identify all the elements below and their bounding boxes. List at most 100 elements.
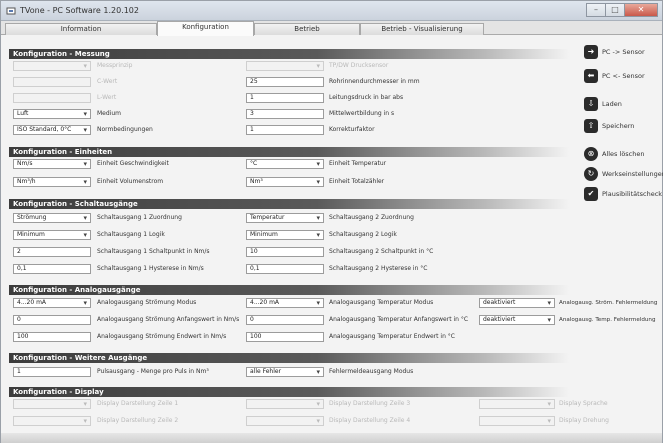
check-icon: ✔ — [584, 187, 598, 201]
sensor-to-pc-label: PC <- Sensor — [602, 72, 645, 80]
l-wert-field[interactable] — [13, 93, 91, 103]
minimize-button[interactable]: – — [586, 3, 606, 17]
tp-sensor-label: TP/DW Drucksensor — [329, 62, 389, 69]
a2-zuordnung-select[interactable]: Temperatur — [246, 213, 324, 223]
tab-information[interactable]: Information — [5, 23, 157, 35]
a1-schaltpunkt-label: Schaltausgang 1 Schaltpunkt in Nm/s — [97, 248, 210, 255]
alles-loeschen-button[interactable]: ⊗ Alles löschen — [584, 147, 645, 161]
a1-hysterese-field[interactable]: 0,1 — [13, 264, 91, 274]
str-modus-select[interactable]: 4...20 mA — [13, 298, 91, 308]
mittelwert-field[interactable]: 3 — [246, 109, 324, 119]
a2-schaltpunkt-field[interactable]: 10 — [246, 247, 324, 257]
app-icon — [6, 7, 16, 15]
a1-zuordnung-select[interactable]: Strömung — [13, 213, 91, 223]
section-display: Konfiguration - Display — [9, 387, 569, 397]
temp-fehler-select[interactable]: deaktiviert — [479, 315, 555, 325]
display-zeile4-select[interactable] — [246, 416, 324, 426]
einheit-temp-label: Einheit Temperatur — [329, 160, 387, 167]
section-weitere: Konfiguration - Weitere Ausgänge — [9, 353, 569, 363]
close-icon: ✕ — [637, 5, 645, 14]
normbedingungen-label: Normbedingungen — [97, 126, 153, 133]
display-drehung-label: Display Drehung — [559, 417, 609, 424]
speichern-label: Speichern — [602, 122, 635, 130]
leitungsdruck-field[interactable]: 1 — [246, 93, 324, 103]
temp-end-field[interactable]: 100 — [246, 332, 324, 342]
einheit-temp-select[interactable]: °C — [246, 159, 324, 169]
messprinzip-label: Messprinzip — [97, 62, 133, 69]
puls-field[interactable]: 1 — [13, 367, 91, 377]
section-messung: Konfiguration - Messung — [9, 49, 569, 59]
laden-label: Laden — [602, 100, 622, 108]
rohrinnen-label: Rohrinnendurchmesser in mm — [329, 78, 420, 85]
window-title: TVone - PC Software 1.20.102 — [20, 6, 139, 15]
a1-logik-select[interactable]: Minimum — [13, 230, 91, 240]
plausibilitaetscheck-label: Plausibilitätscheck — [602, 190, 663, 198]
arrow-left-icon: ⬅ — [584, 69, 598, 83]
tab-konfiguration[interactable]: Konfiguration — [157, 21, 254, 36]
display-drehung-select[interactable] — [479, 416, 555, 426]
load-icon: ⇩ — [584, 97, 598, 111]
str-end-label: Analogausgang Strömung Endwert in Nm/s — [97, 333, 227, 340]
tab-betrieb-visualisierung[interactable]: Betrieb - Visualisierung — [360, 23, 484, 35]
display-zeile1-select[interactable] — [13, 399, 91, 409]
tp-sensor-select[interactable] — [246, 61, 324, 71]
a1-schaltpunkt-field[interactable]: 2 — [13, 247, 91, 257]
str-anfang-label: Analogausgang Strömung Anfangswert in Nm… — [97, 316, 240, 323]
messprinzip-select[interactable] — [13, 61, 91, 71]
temp-modus-select[interactable]: 4...20 mA — [246, 298, 324, 308]
section-einheiten: Konfiguration - Einheiten — [9, 147, 569, 157]
temp-end-label: Analogausgang Temperatur Endwert in °C — [329, 333, 455, 340]
reset-icon: ↻ — [584, 167, 598, 181]
str-fehler-label: Analogausg. Ström. Fehlermeldung — [559, 300, 658, 306]
display-zeile4-label: Display Darstellung Zeile 4 — [329, 417, 411, 424]
window-bottom-edge — [1, 433, 662, 443]
korrektur-field[interactable]: 1 — [246, 125, 324, 135]
str-modus-label: Analogausgang Strömung Modus — [97, 299, 197, 306]
app-window: TVone - PC Software 1.20.102 – □ ✕ Infor… — [0, 0, 663, 443]
medium-select[interactable]: Luft — [13, 109, 91, 119]
werkseinstellungen-label: Werkseinstellungen — [602, 170, 663, 178]
c-wert-field[interactable] — [13, 77, 91, 87]
pc-to-sensor-button[interactable]: ➜ PC -> Sensor — [584, 45, 645, 59]
werkseinstellungen-button[interactable]: ↻ Werkseinstellungen — [584, 167, 663, 181]
temp-anfang-label: Analogausgang Temperatur Anfangswert in … — [329, 316, 469, 323]
a2-schaltpunkt-label: Schaltausgang 2 Schaltpunkt in °C — [329, 248, 434, 255]
korrektur-label: Korrekturfaktor — [329, 126, 375, 133]
temp-anfang-field[interactable]: 0 — [246, 315, 324, 325]
a2-hysterese-field[interactable]: 0,1 — [246, 264, 324, 274]
str-fehler-select[interactable]: deaktiviert — [479, 298, 555, 308]
sensor-to-pc-button[interactable]: ⬅ PC <- Sensor — [584, 69, 645, 83]
minimize-icon: – — [594, 5, 598, 14]
tab-betrieb[interactable]: Betrieb — [254, 23, 360, 35]
einheit-volumen-select[interactable]: Nm³/h — [13, 177, 91, 187]
fehlermeldeausgang-label: Fehlermeldeausgang Modus — [329, 368, 414, 375]
rohrinnen-field[interactable]: 25 — [246, 77, 324, 87]
section-schalt: Konfiguration - Schaltausgänge — [9, 199, 569, 209]
str-end-field[interactable]: 100 — [13, 332, 91, 342]
display-zeile3-label: Display Darstellung Zeile 3 — [329, 400, 411, 407]
einheit-geschw-select[interactable]: Nm/s — [13, 159, 91, 169]
einheit-geschw-label: Einheit Geschwindigkeit — [97, 160, 169, 167]
a1-hysterese-label: Schaltausgang 1 Hysterese in Nm/s — [97, 265, 204, 272]
a2-hysterese-label: Schaltausgang 2 Hysterese in °C — [329, 265, 428, 272]
fehlermeldeausgang-select[interactable]: alle Fehler — [246, 367, 324, 377]
plausibilitaetscheck-button[interactable]: ✔ Plausibilitätscheck — [584, 187, 662, 201]
laden-button[interactable]: ⇩ Laden — [584, 97, 622, 111]
display-sprache-label: Display Sprache — [559, 400, 608, 407]
display-zeile3-select[interactable] — [246, 399, 324, 409]
display-sprache-select[interactable] — [479, 399, 555, 409]
section-analog: Konfiguration - Analogausgänge — [9, 285, 569, 295]
title-bar: TVone - PC Software 1.20.102 – □ ✕ — [1, 1, 662, 21]
speichern-button[interactable]: ⇧ Speichern — [584, 119, 634, 133]
str-anfang-field[interactable]: 0 — [13, 315, 91, 325]
einheit-total-select[interactable]: Nm³ — [246, 177, 324, 187]
tab-bar: Information Konfiguration Betrieb Betrie… — [1, 21, 662, 36]
maximize-button[interactable]: □ — [605, 3, 625, 17]
mittelwert-label: Mittelwertbildung in s — [329, 110, 395, 117]
display-zeile2-select[interactable] — [13, 416, 91, 426]
normbedingungen-select[interactable]: ISO Standard, 0°C — [13, 125, 91, 135]
a2-logik-select[interactable]: Minimum — [246, 230, 324, 240]
arrow-right-icon: ➜ — [584, 45, 598, 59]
a2-logik-label: Schaltausgang 2 Logik — [329, 231, 397, 238]
close-button[interactable]: ✕ — [624, 3, 658, 17]
